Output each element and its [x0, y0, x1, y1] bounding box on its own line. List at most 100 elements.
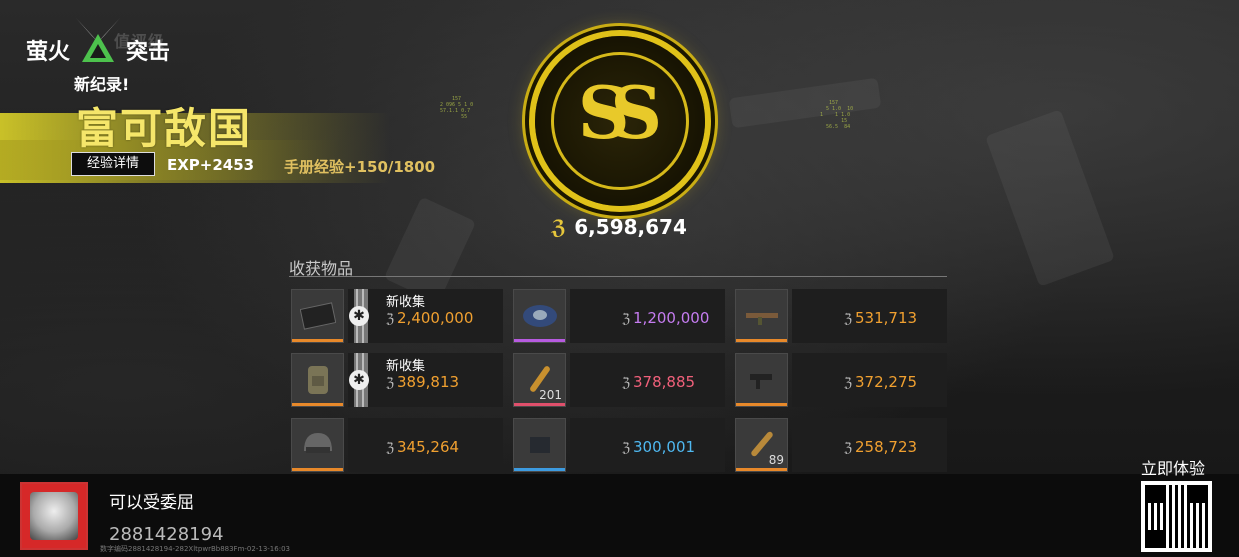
- game-logo: 萤火 突击 值评级: [26, 12, 186, 72]
- item-value-amount: 389,813: [397, 373, 460, 391]
- loot-item-info: ℨ 345,264: [348, 418, 503, 472]
- loot-item-info: ℨ 1,200,000: [570, 289, 725, 343]
- rarity-bar: [736, 339, 787, 342]
- loot-item[interactable]: ℨ 372,275: [735, 353, 947, 407]
- rarity-bar: [736, 468, 787, 471]
- coin-icon: ℨ: [386, 376, 395, 391]
- loot-item[interactable]: ℨ 345,264: [291, 418, 503, 472]
- item-value-amount: 1,200,000: [633, 309, 710, 327]
- backpack-icon: [308, 366, 328, 394]
- total-value: ℨ 6,598,674: [551, 215, 687, 239]
- helmet-icon: [304, 433, 332, 453]
- faded-header: 值评级: [114, 32, 166, 51]
- collection-gear-icon: ✱: [349, 370, 369, 390]
- qr-code-icon: [1145, 485, 1208, 548]
- collection-gear-icon: ✱: [349, 306, 369, 326]
- item-value-amount: 258,723: [855, 438, 918, 456]
- item-value: ℨ 531,713: [844, 309, 917, 327]
- coin-icon: ℨ: [622, 376, 631, 391]
- rating-badge: SS: [535, 36, 705, 206]
- loot-item-thumbnail[interactable]: [735, 353, 788, 407]
- loot-item-thumbnail[interactable]: 201: [513, 353, 566, 407]
- watermark: 数字编码2881428194-282XltpwrBb883Fm-02-13-16…: [100, 545, 290, 553]
- coin-icon: ℨ: [622, 312, 631, 327]
- loot-item[interactable]: ℨ 1,200,000: [513, 289, 725, 343]
- item-value-amount: 2,400,000: [397, 309, 474, 327]
- exp-details-button[interactable]: 经验详情: [71, 152, 155, 176]
- rarity-bar: [514, 339, 565, 342]
- try-now-label: 立即体验: [1141, 459, 1206, 478]
- loot-item-thumbnail[interactable]: [513, 418, 566, 472]
- loot-item-thumbnail[interactable]: [291, 418, 344, 472]
- divider: [289, 276, 947, 277]
- item-value: ℨ 345,264: [386, 438, 459, 456]
- hud-overlay: 157 5 1.0 10 1 1 1.0 15 56.5 84: [820, 100, 854, 130]
- item-value: ℨ 389,813: [386, 373, 459, 391]
- coin-icon: ℨ: [844, 376, 853, 391]
- qr-code[interactable]: [1141, 481, 1212, 552]
- rarity-bar: [514, 468, 565, 471]
- loot-item[interactable]: 89 ℨ 258,723: [735, 418, 947, 472]
- loot-item-thumbnail[interactable]: [735, 289, 788, 343]
- rarity-bar: [292, 403, 343, 406]
- document-case-icon: [300, 302, 336, 330]
- loot-item-info: ℨ 372,275: [792, 353, 947, 407]
- loot-item-thumbnail[interactable]: [513, 289, 566, 343]
- loot-item[interactable]: 201 ℨ 378,885: [513, 353, 725, 407]
- rarity-bar: [292, 468, 343, 471]
- loot-item-info: 新收集 ℨ 2,400,000: [348, 289, 503, 343]
- loot-item-info: ℨ 300,001: [570, 418, 725, 472]
- coin-icon: ℨ: [386, 312, 395, 327]
- item-value: ℨ 300,001: [622, 438, 695, 456]
- total-value-amount: 6,598,674: [574, 215, 687, 239]
- item-value: ℨ 258,723: [844, 438, 917, 456]
- exp-gain: EXP+2453: [167, 156, 255, 174]
- item-value: ℨ 372,275: [844, 373, 917, 391]
- wolf-avatar-icon: [30, 492, 78, 540]
- avatar[interactable]: [20, 482, 88, 550]
- item-value: ℨ 1,200,000: [622, 309, 709, 327]
- loot-item-thumbnail[interactable]: [291, 353, 344, 407]
- coin-icon: ℨ: [622, 441, 631, 456]
- loot-item-info: ℨ 258,723: [792, 418, 947, 472]
- coin-icon: ℨ: [386, 441, 395, 456]
- item-value-amount: 300,001: [633, 438, 696, 456]
- item-quantity: 201: [539, 388, 562, 402]
- manual-exp: 手册经验+150/1800: [284, 158, 436, 176]
- loot-item-info: ℨ 531,713: [792, 289, 947, 343]
- smg-icon: [750, 374, 772, 389]
- loot-item[interactable]: ℨ 300,001: [513, 418, 725, 472]
- loot-item-thumbnail[interactable]: [291, 289, 344, 343]
- item-value-amount: 372,275: [855, 373, 918, 391]
- loot-item-info: 新收集 ℨ 389,813: [348, 353, 503, 407]
- rarity-bar: [736, 403, 787, 406]
- rifle-icon: [746, 313, 778, 325]
- rating-text: SS: [577, 70, 662, 155]
- rarity-bar: [514, 403, 565, 406]
- player-id: 2881428194: [109, 524, 224, 545]
- item-value-amount: 378,885: [633, 373, 696, 391]
- coin-icon: ℨ: [844, 312, 853, 327]
- hud-overlay: 157 2 096 5 1 0 57.1.1 0.7 55: [440, 96, 474, 120]
- new-record-label: 新纪录!: [74, 75, 130, 94]
- dark-item-icon: [530, 437, 550, 453]
- item-value: ℨ 378,885: [622, 373, 695, 391]
- item-value-amount: 345,264: [397, 438, 460, 456]
- logo-text-1: 萤火: [26, 39, 71, 64]
- loot-item-info: ℨ 378,885: [570, 353, 725, 407]
- item-value-amount: 531,713: [855, 309, 918, 327]
- loot-item[interactable]: ℨ 531,713: [735, 289, 947, 343]
- record-title: 富可敌国: [76, 104, 253, 153]
- loot-item[interactable]: 新收集 ℨ 389,813: [291, 353, 503, 407]
- coin-icon: ℨ: [551, 215, 567, 239]
- loot-item[interactable]: 新收集 ℨ 2,400,000: [291, 289, 503, 343]
- coin-icon: ℨ: [844, 441, 853, 456]
- loot-item-thumbnail[interactable]: 89: [735, 418, 788, 472]
- blue-bag-icon: [523, 305, 557, 327]
- rarity-bar: [292, 339, 343, 342]
- item-value: ℨ 2,400,000: [386, 309, 473, 327]
- item-quantity: 89: [768, 453, 784, 467]
- new-collection-tag: 新收集: [386, 295, 426, 310]
- new-collection-tag: 新收集: [386, 359, 426, 374]
- player-name: 可以受委屈: [109, 493, 194, 513]
